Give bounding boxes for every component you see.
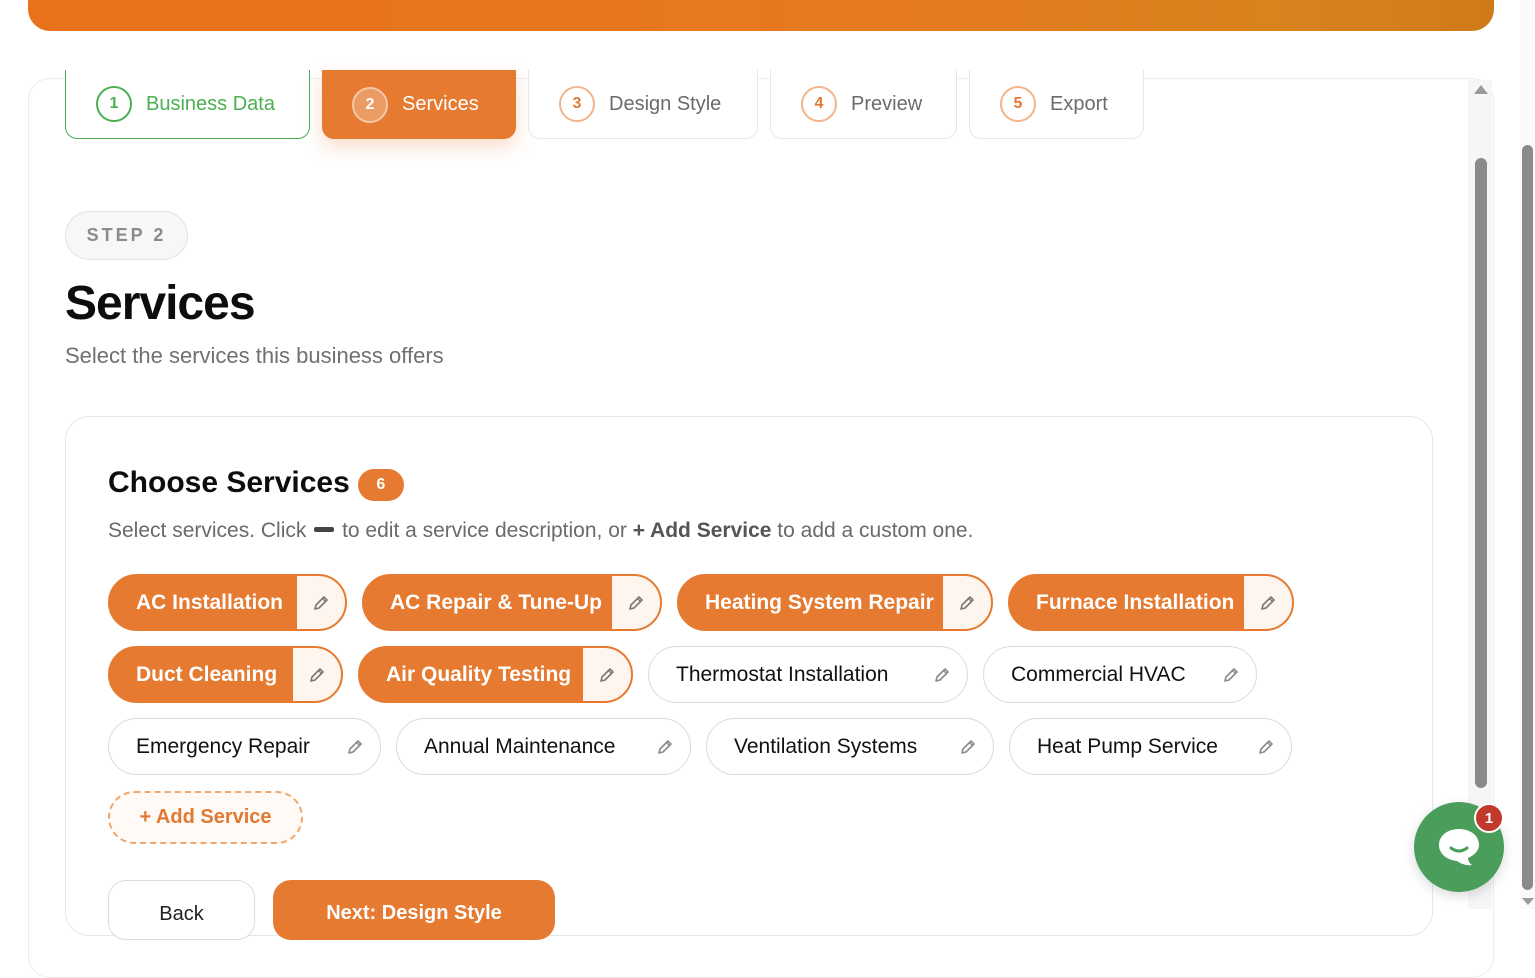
service-chip[interactable]: Commercial HVAC xyxy=(983,646,1257,703)
selected-count-badge: 6 xyxy=(357,469,404,501)
help-prefix: Select services. Click xyxy=(108,519,307,542)
help-suffix: to add a custom one. xyxy=(777,519,974,542)
edit-pencil-icon[interactable] xyxy=(330,719,380,774)
step-number: 5 xyxy=(1000,86,1036,122)
edit-pencil-icon[interactable] xyxy=(1206,647,1256,702)
edit-pencil-icon[interactable] xyxy=(292,647,342,702)
tab-label: Preview xyxy=(851,92,923,115)
service-chip[interactable]: AC Repair & Tune-Up xyxy=(362,574,662,631)
service-chip-label: Duct Cleaning xyxy=(136,662,278,686)
scroll-down-arrow-icon[interactable] xyxy=(1522,898,1534,905)
service-chip[interactable]: Air Quality Testing xyxy=(358,646,633,703)
tab-preview[interactable]: 4 Preview xyxy=(770,70,957,139)
service-chip-label: Furnace Installation xyxy=(1036,590,1235,614)
service-chip-label: Ventilation Systems xyxy=(734,734,918,758)
chat-notification-badge: 1 xyxy=(1474,803,1504,833)
edit-pencil-icon[interactable] xyxy=(1241,719,1291,774)
service-chip[interactable]: Emergency Repair xyxy=(108,718,381,775)
service-chip-label: Commercial HVAC xyxy=(1011,662,1186,686)
edit-pencil-icon[interactable] xyxy=(611,575,661,630)
panel-title: Choose Services 6 xyxy=(108,465,404,501)
edit-pencil-icon[interactable] xyxy=(582,647,632,702)
add-service-button[interactable]: + Add Service xyxy=(108,791,303,844)
back-button[interactable]: Back xyxy=(108,880,255,940)
pencil-icon xyxy=(314,526,335,532)
service-chip-label: Annual Maintenance xyxy=(424,734,616,758)
step-number: 4 xyxy=(801,86,837,122)
service-chip-label: Heating System Repair xyxy=(705,590,934,614)
service-chip[interactable]: Ventilation Systems xyxy=(706,718,994,775)
service-chip[interactable]: Annual Maintenance xyxy=(396,718,691,775)
tab-label: Export xyxy=(1050,92,1108,115)
edit-pencil-icon[interactable] xyxy=(942,575,992,630)
service-chip[interactable]: Furnace Installation xyxy=(1008,574,1294,631)
next-button[interactable]: Next: Design Style xyxy=(273,880,555,940)
service-chip[interactable]: Thermostat Installation xyxy=(648,646,968,703)
service-chip[interactable]: AC Installation xyxy=(108,574,347,631)
service-chip-label: Air Quality Testing xyxy=(386,662,572,686)
help-mid: to edit a service description, or xyxy=(342,519,627,542)
service-chip-label: Heat Pump Service xyxy=(1037,734,1218,758)
service-chip[interactable]: Heating System Repair xyxy=(677,574,993,631)
tab-services[interactable]: 2 Services xyxy=(322,70,516,139)
edit-pencil-icon[interactable] xyxy=(917,647,967,702)
tab-label: Business Data xyxy=(146,92,275,115)
step-number: 1 xyxy=(96,86,132,122)
panel-scroll-thumb[interactable] xyxy=(1475,158,1487,788)
header-bar xyxy=(28,0,1494,31)
service-chip[interactable]: Duct Cleaning xyxy=(108,646,343,703)
service-chip-label: Thermostat Installation xyxy=(676,662,889,686)
page-scroll-thumb[interactable] xyxy=(1522,145,1533,890)
service-chip-label: AC Repair & Tune-Up xyxy=(390,590,602,614)
tab-export[interactable]: 5 Export xyxy=(969,70,1144,139)
step-indicator: STEP 2 xyxy=(65,211,188,260)
page-subtitle: Select the services this business offers xyxy=(65,343,444,368)
tab-label: Design Style xyxy=(609,92,722,115)
scroll-up-arrow-icon[interactable] xyxy=(1474,85,1488,94)
tab-label: Services xyxy=(402,93,479,115)
panel-title-text: Choose Services xyxy=(108,466,350,499)
step-number: 2 xyxy=(352,86,388,123)
chat-icon xyxy=(1439,829,1479,866)
step-number: 3 xyxy=(559,86,595,122)
tab-design-style[interactable]: 3 Design Style xyxy=(528,70,758,139)
edit-pencil-icon[interactable] xyxy=(640,719,690,774)
page-title: Services xyxy=(65,277,256,330)
edit-pencil-icon[interactable] xyxy=(943,719,993,774)
service-chip[interactable]: Heat Pump Service xyxy=(1009,718,1292,775)
service-chip-label: Emergency Repair xyxy=(136,734,310,758)
edit-pencil-icon[interactable] xyxy=(1243,575,1293,630)
service-chip-label: AC Installation xyxy=(136,590,284,614)
tab-business-data[interactable]: 1 Business Data xyxy=(65,70,310,139)
edit-pencil-icon[interactable] xyxy=(296,575,346,630)
help-add: + Add Service xyxy=(632,519,772,542)
panel-help-text: Select services. Click to edit a service… xyxy=(108,519,973,543)
